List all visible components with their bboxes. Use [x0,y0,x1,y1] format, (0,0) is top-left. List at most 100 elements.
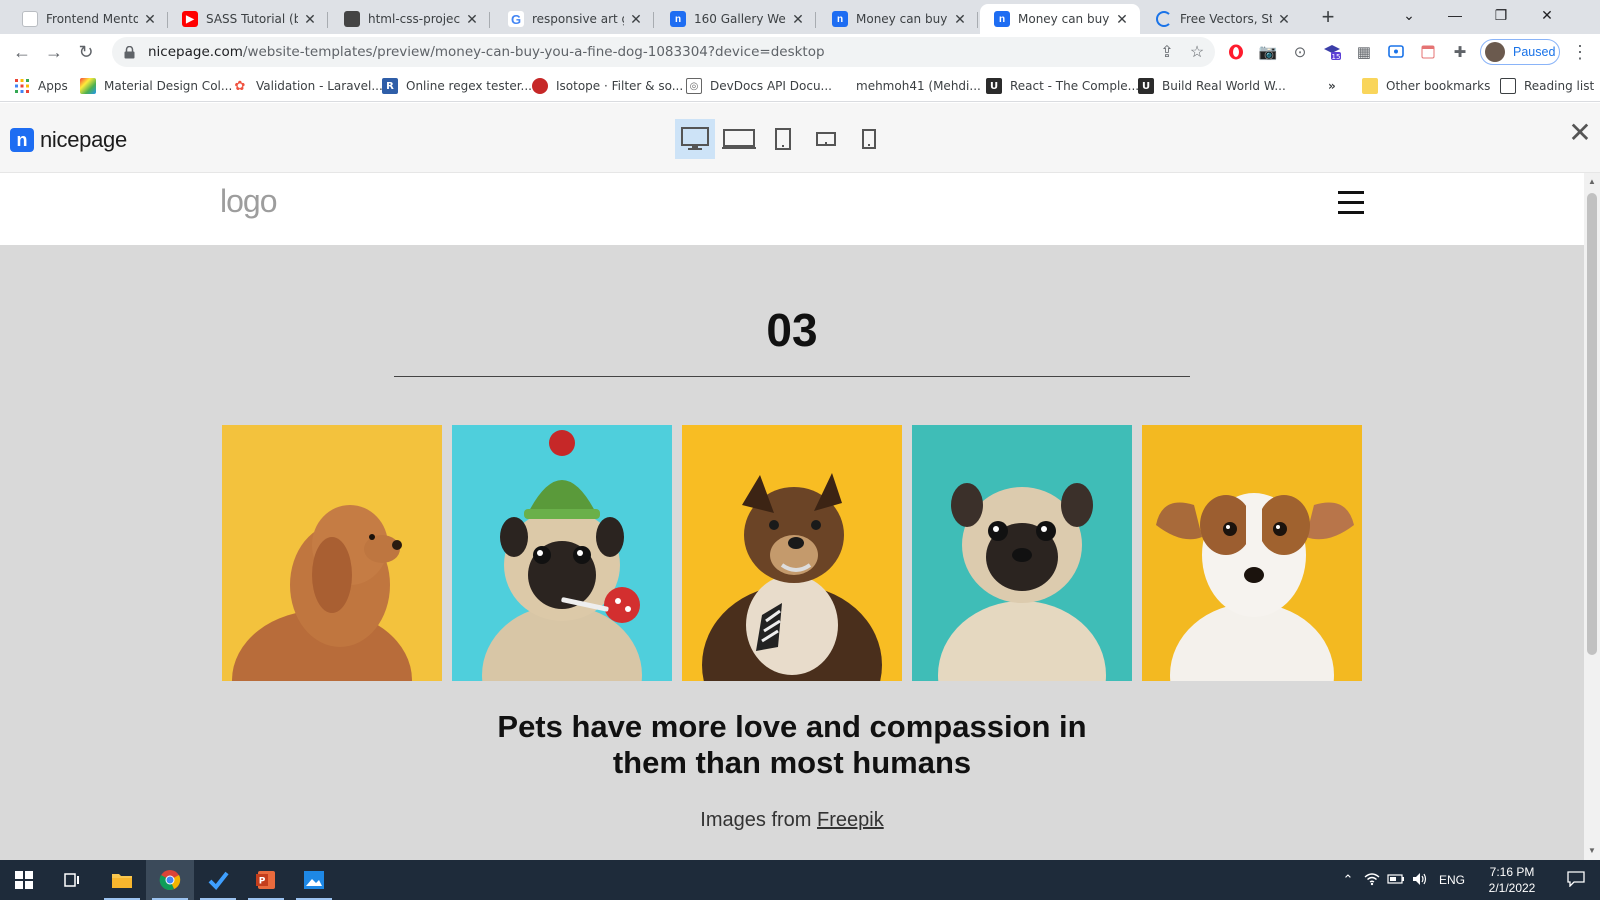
share-icon[interactable]: ⇪ [1155,42,1179,62]
scroll-down-icon[interactable]: ▼ [1584,844,1600,858]
wifi-icon[interactable] [1360,872,1384,889]
bookmark-react[interactable]: U React - The Comple... [986,76,1139,96]
scroll-up-icon[interactable]: ▲ [1584,175,1600,189]
url-text[interactable]: nicepage.com/website-templates/preview/m… [148,44,1155,60]
minimize-window-icon[interactable]: — [1432,4,1478,28]
udemy-icon: U [986,78,1002,94]
bookmark-star-icon[interactable]: ☆ [1185,42,1209,62]
volume-icon[interactable] [1408,872,1432,889]
close-tab-icon[interactable]: ✕ [790,11,806,28]
bookmark-apps[interactable]: Apps [14,76,68,96]
input-language-indicator[interactable]: ENG [1432,873,1472,887]
browser-tab-active[interactable]: n Money can buy you ✕ [980,4,1140,34]
tablet-icon [775,128,791,150]
photos-app-icon[interactable] [290,860,338,900]
profile-button[interactable]: Paused [1480,39,1560,65]
lock-icon[interactable] [122,45,136,59]
action-center-icon[interactable] [1552,870,1600,890]
calendar-extension-icon[interactable] [1418,42,1438,62]
bookmark-isotope[interactable]: Isotope · Filter & so... [532,76,683,96]
browser-tab[interactable]: n 160 Gallery Website ✕ [656,4,816,34]
close-tab-icon[interactable]: ✕ [1276,11,1292,28]
forward-icon[interactable]: → [42,40,66,64]
jack-russell-photo[interactable] [1142,425,1362,681]
frontend-mentor-favicon-icon [22,11,38,27]
camera-extension-icon[interactable]: 📷 [1258,42,1278,62]
powerpoint-icon[interactable]: P [242,860,290,900]
udemy-icon: U [1138,78,1154,94]
device-tablet-button[interactable] [763,119,803,159]
grid-extension-icon[interactable]: ▦ [1354,42,1374,62]
restore-window-icon[interactable]: ❐ [1478,4,1524,28]
show-hidden-icons-icon[interactable]: ⌃ [1336,872,1360,888]
hamburger-menu-icon[interactable] [1338,191,1364,215]
loading-spinner-icon [1156,11,1172,27]
browser-menu-icon[interactable]: ⋮ [1568,40,1592,64]
device-desktop-button[interactable] [675,119,715,159]
close-tab-icon[interactable]: ✕ [464,11,480,28]
graduation-extension-icon[interactable]: 15 [1322,42,1342,62]
new-tab-button[interactable]: + [1316,6,1340,30]
bookmark-regex[interactable]: R Online regex tester... [382,76,532,96]
dev-extension-icon[interactable]: ⊙ [1290,42,1310,62]
device-laptop-button[interactable] [719,119,759,159]
browser-tab[interactable]: n Money can buy you ✕ [818,4,978,34]
vscode-icon[interactable] [194,860,242,900]
bookmark-material-design[interactable]: Material Design Col... [80,76,232,96]
opera-extension-icon[interactable] [1226,42,1246,62]
other-bookmarks-folder[interactable]: Other bookmarks [1362,76,1490,96]
tab-title: Money can buy you [1018,12,1110,26]
freepik-link[interactable]: Freepik [817,809,884,831]
extensions-puzzle-icon[interactable]: ✚ [1450,42,1470,62]
close-tab-icon[interactable]: ✕ [628,11,644,28]
close-tab-icon[interactable]: ✕ [302,11,318,28]
nicepage-logo[interactable]: n nicepage [10,127,127,153]
bookmark-build-real-world[interactable]: U Build Real World W... [1138,76,1286,96]
reload-icon[interactable]: ↻ [74,40,98,64]
shepherd-tie-photo[interactable] [682,425,902,681]
screen-extension-icon[interactable] [1386,42,1406,62]
browser-tab[interactable]: ▶ SASS Tutorial (build ✕ [168,4,328,34]
chrome-icon[interactable] [146,860,194,900]
close-preview-icon[interactable]: ✕ [1564,117,1596,149]
avatar [1485,42,1505,62]
reading-list-button[interactable]: Reading list [1500,76,1594,96]
bookmark-laravel[interactable]: ✿ Validation - Laravel... [232,76,383,96]
address-bar[interactable]: nicepage.com/website-templates/preview/m… [112,37,1215,67]
close-tab-icon[interactable]: ✕ [952,11,968,28]
close-tab-icon[interactable]: ✕ [142,11,158,28]
site-logo[interactable]: logo [220,183,277,220]
pug-photo[interactable] [912,425,1132,681]
windows-start-icon[interactable] [0,860,48,900]
battery-icon[interactable] [1384,873,1408,888]
bookmark-devdocs[interactable]: ◎ DevDocs API Docu... [686,76,832,96]
browser-tab[interactable]: Frontend Mentor | ✕ [8,4,168,34]
browser-tab[interactable]: Free Vectors, Stock ✕ [1142,4,1302,34]
tab-search-icon[interactable]: ⌄ [1386,4,1432,28]
github-favicon-icon [344,11,360,27]
device-phone-button[interactable] [849,119,889,159]
laptop-icon [722,129,756,149]
google-favicon-icon: G [508,11,524,27]
youtube-favicon-icon: ▶ [182,11,198,27]
file-explorer-icon[interactable] [98,860,146,900]
browser-tab[interactable]: G responsive art galle ✕ [494,4,654,34]
bookmark-mehmoh41[interactable]: mehmoh41 (Mehdi... [856,76,981,96]
close-tab-icon[interactable]: ✕ [1114,11,1130,28]
page-scrollbar[interactable]: ▲ ▼ [1584,173,1600,860]
nicepage-logo-icon: n [10,128,34,152]
task-view-icon[interactable] [48,860,96,900]
system-clock[interactable]: 7:16 PM 2/1/2022 [1472,864,1552,896]
browser-tab[interactable]: html-css-projects/ ✕ [330,4,490,34]
back-icon[interactable]: ← [10,40,34,64]
nicepage-preview-header: n nicepage ✕ [0,103,1600,173]
pug-party-hat-photo[interactable] [452,425,672,681]
scrollbar-thumb[interactable] [1587,193,1597,655]
bookmarks-overflow-button[interactable]: » [1328,76,1336,96]
device-tablet-landscape-button[interactable] [806,119,846,159]
close-window-icon[interactable]: ✕ [1524,4,1570,28]
poodle-photo[interactable] [222,425,442,681]
desktop-icon [681,127,709,150]
browser-toolbar: ← → ↻ nicepage.com/website-templates/pre… [0,34,1600,70]
nicepage-favicon-icon: n [832,11,848,27]
